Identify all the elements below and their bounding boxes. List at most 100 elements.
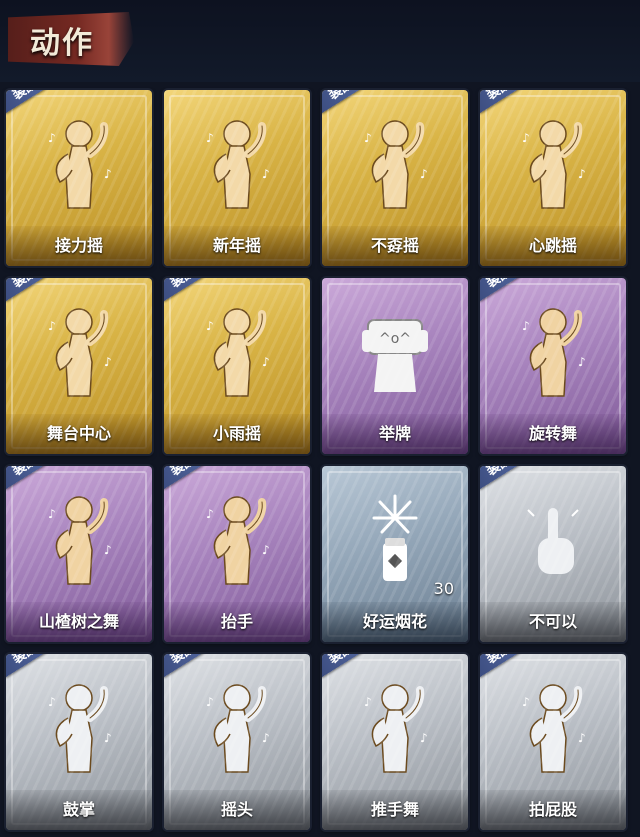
emote-card[interactable]: ♪ ♪ 舞台中心 装配 <box>6 278 152 454</box>
emote-label: 拍屁股 <box>528 800 577 819</box>
emote-card[interactable]: ♪ ♪ 接力摇 装配 <box>6 90 152 266</box>
equipped-badge-label: 装配 <box>166 654 198 667</box>
dance-pose-icon: ♪ ♪ <box>508 112 598 212</box>
firework-icon <box>350 488 440 588</box>
emote-label: 舞台中心 <box>46 424 111 443</box>
svg-text:♪: ♪ <box>578 355 586 369</box>
emote-label: 山楂树之舞 <box>38 612 119 631</box>
svg-text:♪: ♪ <box>364 131 372 145</box>
svg-text:♪: ♪ <box>104 355 112 369</box>
emote-label: 不可以 <box>528 612 577 631</box>
emote-card[interactable]: 好运烟花 30 <box>322 466 468 642</box>
emote-label: 旋转舞 <box>528 424 577 443</box>
svg-text:♪: ♪ <box>262 731 270 745</box>
svg-text:♪: ♪ <box>420 167 428 181</box>
dance-pose-icon: ♪ ♪ <box>192 300 282 400</box>
item-count: 30 <box>433 579 454 598</box>
emote-label: 好运烟花 <box>362 612 427 631</box>
emote-card[interactable]: ♪ ♪ 新年摇 <box>164 90 310 266</box>
page-title: 动作 <box>30 26 94 61</box>
svg-text:♪: ♪ <box>522 319 530 333</box>
svg-text:♪: ♪ <box>262 543 270 557</box>
emote-card[interactable]: ♪ ♪ 抬手 装配 <box>164 466 310 642</box>
emote-card[interactable]: ^o^ 举牌 <box>322 278 468 454</box>
equipped-badge-label: 装配 <box>324 654 356 667</box>
svg-text:♪: ♪ <box>420 731 428 745</box>
emote-card[interactable]: ♪ ♪ 不孬摇 装配 <box>322 90 468 266</box>
emote-label: 举牌 <box>378 424 411 443</box>
head-shake-icon: ♪ ♪ <box>192 676 282 776</box>
svg-text:♪: ♪ <box>522 131 530 145</box>
spin-dance-icon: ♪ ♪ <box>508 300 598 400</box>
svg-text:♪: ♪ <box>104 167 112 181</box>
raise-hand-icon: ♪ ♪ <box>192 488 282 588</box>
svg-text:♪: ♪ <box>206 695 214 709</box>
emote-card[interactable]: ♪ ♪ 摇头 装配 <box>164 654 310 830</box>
svg-text:♪: ♪ <box>104 543 112 557</box>
svg-text:♪: ♪ <box>578 731 586 745</box>
svg-text:♪: ♪ <box>48 695 56 709</box>
equipped-badge-label: 装配 <box>482 654 514 667</box>
dance-pose-icon: ♪ ♪ <box>34 488 124 588</box>
emote-card[interactable]: ♪ ♪ 推手舞 装配 <box>322 654 468 830</box>
equipped-badge-label: 装配 <box>482 466 514 479</box>
dance-pose-icon: ♪ ♪ <box>34 300 124 400</box>
equipped-badge-label: 装配 <box>324 90 356 103</box>
dance-pose-icon: ♪ ♪ <box>192 112 282 212</box>
svg-text:♪: ♪ <box>104 731 112 745</box>
svg-text:♪: ♪ <box>522 695 530 709</box>
equipped-badge: 装配 <box>6 654 66 678</box>
equipped-badge: 装配 <box>6 466 66 490</box>
emote-card[interactable]: ♪ ♪ 拍屁股 装配 <box>480 654 626 830</box>
emote-card[interactable]: 不可以 装配 <box>480 466 626 642</box>
emote-card[interactable]: ♪ ♪ 小雨摇 装配 <box>164 278 310 454</box>
equipped-badge: 装配 <box>322 654 382 678</box>
clap-icon: ♪ ♪ <box>34 676 124 776</box>
dance-pose-icon: ♪ ♪ <box>350 112 440 212</box>
equipped-badge: 装配 <box>480 466 540 490</box>
svg-text:♪: ♪ <box>262 355 270 369</box>
emote-label: 鼓掌 <box>62 800 95 819</box>
emote-label: 新年摇 <box>212 236 261 255</box>
emote-card[interactable]: ♪ ♪ 山楂树之舞 装配 <box>6 466 152 642</box>
emote-card[interactable]: ♪ ♪ 鼓掌 装配 <box>6 654 152 830</box>
equipped-badge-label: 装配 <box>8 654 40 667</box>
equipped-badge-label: 装配 <box>166 278 198 291</box>
equipped-badge: 装配 <box>164 654 224 678</box>
equipped-badge: 装配 <box>480 278 540 302</box>
svg-text:♪: ♪ <box>206 507 214 521</box>
equipped-badge-label: 装配 <box>166 466 198 479</box>
equipped-badge: 装配 <box>480 90 540 114</box>
emote-label: 摇头 <box>220 800 253 819</box>
equipped-badge-label: 装配 <box>482 90 514 103</box>
finger-wag-icon <box>508 488 598 588</box>
equipped-badge-label: 装配 <box>8 90 40 103</box>
svg-text:♪: ♪ <box>48 319 56 333</box>
equipped-badge: 装配 <box>480 654 540 678</box>
emote-card[interactable]: ♪ ♪ 旋转舞 装配 <box>480 278 626 454</box>
equipped-badge: 装配 <box>6 90 66 114</box>
svg-text:♪: ♪ <box>578 167 586 181</box>
equipped-badge-label: 装配 <box>8 466 40 479</box>
emote-grid: ♪ ♪ 接力摇装配 ♪ ♪ 新年摇 ♪ ♪ 不孬摇装配 ♪ ♪ 心跳摇装配 ♪ … <box>6 90 634 835</box>
emote-label: 不孬摇 <box>370 236 419 255</box>
svg-text:♪: ♪ <box>48 507 56 521</box>
emote-label: 接力摇 <box>54 236 103 255</box>
equipped-badge: 装配 <box>322 90 382 114</box>
dance-pose-icon: ♪ ♪ <box>34 112 124 212</box>
svg-text:^o^: ^o^ <box>379 331 411 347</box>
header: 动作 <box>0 0 640 82</box>
emote-card[interactable]: ♪ ♪ 心跳摇 装配 <box>480 90 626 266</box>
svg-text:♪: ♪ <box>262 167 270 181</box>
equipped-badge-label: 装配 <box>482 278 514 291</box>
svg-text:♪: ♪ <box>48 131 56 145</box>
pat-icon: ♪ ♪ <box>508 676 598 776</box>
equipped-badge: 装配 <box>164 466 224 490</box>
svg-text:♪: ♪ <box>364 695 372 709</box>
emote-label: 推手舞 <box>370 800 419 819</box>
push-dance-icon: ♪ ♪ <box>350 676 440 776</box>
equipped-badge-label: 装配 <box>8 278 40 291</box>
equipped-badge: 装配 <box>6 278 66 302</box>
svg-text:♪: ♪ <box>206 131 214 145</box>
svg-text:♪: ♪ <box>206 319 214 333</box>
